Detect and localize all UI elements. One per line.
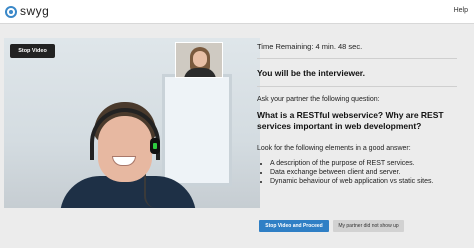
divider [257,86,457,87]
main-video-feed: Stop Video [4,38,260,208]
brand-name: swyg [20,4,50,18]
headset-light [153,143,157,149]
answer-elements-list: A description of the purpose of REST ser… [262,159,457,186]
self-view-thumbnail [175,42,223,78]
stop-video-and-proceed-button[interactable]: Stop Video and Proceed [259,220,329,232]
interview-question: What is a RESTful webservice? Why are RE… [257,110,444,131]
stop-video-button[interactable]: Stop Video [10,44,55,58]
list-item: A description of the purpose of REST ser… [270,159,457,168]
list-item: Dynamic behaviour of web application vs … [270,177,457,186]
self-view-face [193,51,207,67]
list-item: Data exchange between client and server. [270,168,457,177]
divider [257,58,457,59]
role-heading: You will be the interviewer. [257,68,366,78]
self-view-body [184,68,216,77]
help-link[interactable]: Help [454,7,468,14]
top-bar: swyg Help [0,0,474,24]
ask-prompt: Ask your partner the following question: [257,96,380,103]
look-for-prompt: Look for the following elements in a goo… [257,145,411,152]
partner-no-show-button[interactable]: My partner did not show up [333,220,404,232]
swyg-logo-icon [5,6,17,18]
time-remaining: Time Remaining: 4 min. 48 sec. [257,42,363,51]
